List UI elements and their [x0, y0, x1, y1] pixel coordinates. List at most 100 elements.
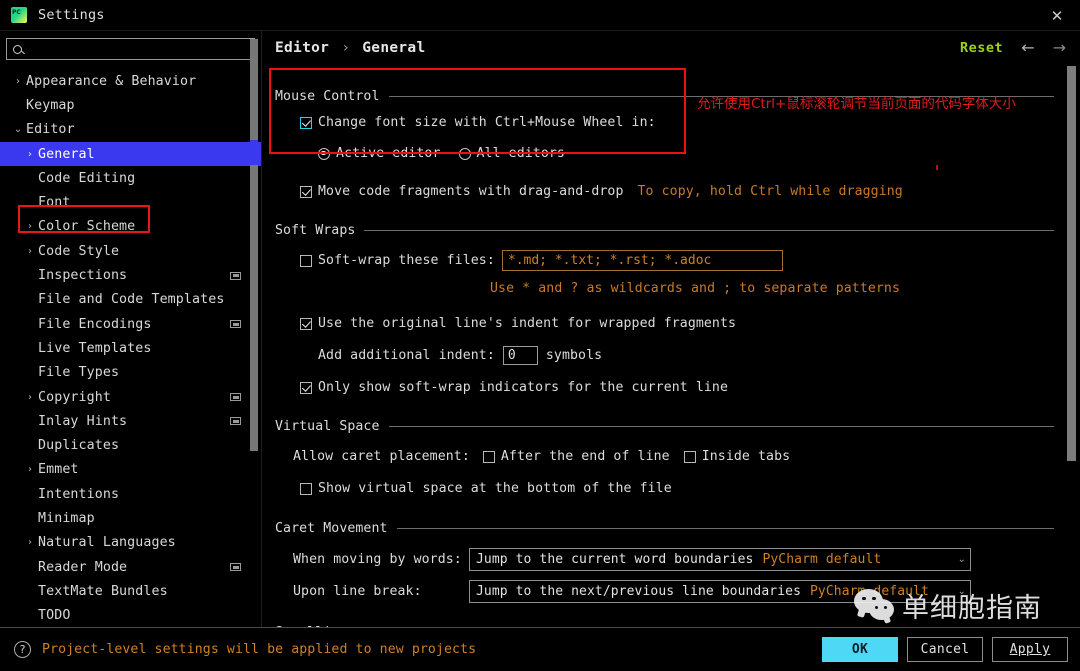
additional-indent-input[interactable]	[503, 346, 538, 365]
chevron-right-icon[interactable]: ›	[22, 392, 38, 403]
drag-drop-label: Move code fragments with drag-and-drop	[318, 184, 624, 199]
sidebar-item-duplicates[interactable]: Duplicates	[0, 433, 261, 457]
sidebar-item-appearance-behavior[interactable]: ›Appearance & Behavior	[0, 69, 261, 93]
when-moving-default-tag: PyCharm default	[753, 552, 881, 567]
sidebar-item-copyright[interactable]: ›Copyright	[0, 385, 261, 409]
inside-tabs-checkbox[interactable]	[684, 451, 696, 463]
sidebar-scrollbar[interactable]	[250, 39, 258, 451]
show-virtual-space-checkbox[interactable]	[300, 483, 312, 495]
sidebar-item-label: Appearance & Behavior	[26, 74, 196, 89]
chevron-down-icon[interactable]: ⌄	[950, 554, 966, 565]
active-editor-label: Active editor	[336, 146, 441, 161]
breadcrumb: Editor › General	[275, 40, 426, 56]
row-only-current-line[interactable]: Only show soft-wrap indicators for the c…	[300, 377, 1054, 398]
back-arrow-icon[interactable]: ←	[1021, 38, 1034, 57]
sidebar-item-label: Keymap	[0, 98, 75, 113]
row-original-indent[interactable]: Use the original line's indent for wrapp…	[300, 313, 1054, 334]
sidebar-item-color-scheme[interactable]: ›Color Scheme	[0, 215, 261, 239]
active-editor-radio[interactable]	[318, 148, 330, 160]
content-scrollbar[interactable]	[1067, 66, 1076, 461]
soft-wrap-files-input[interactable]	[502, 250, 783, 271]
forward-arrow-icon[interactable]: →	[1053, 38, 1066, 57]
window-title: Settings	[38, 7, 105, 23]
chevron-down-icon[interactable]: ⌄	[10, 124, 26, 135]
group-virtual-space: Virtual Space	[275, 419, 1054, 434]
dialog-footer: ? Project-level settings will be applied…	[0, 627, 1080, 671]
search-box[interactable]	[6, 38, 255, 60]
sidebar-item-code-editing[interactable]: Code Editing	[0, 166, 261, 190]
group-title: Caret Movement	[275, 521, 397, 536]
module-badge-icon	[230, 320, 241, 328]
sidebar-item-general[interactable]: ›General	[0, 142, 261, 166]
sidebar-item-live-templates[interactable]: Live Templates	[0, 336, 261, 360]
settings-sidebar: ›Appearance & BehaviorKeymap⌄Editor›Gene…	[0, 31, 262, 627]
group-divider	[364, 230, 1054, 231]
change-font-size-label: Change font size with Ctrl+Mouse Wheel i…	[318, 115, 656, 130]
chevron-right-icon[interactable]: ›	[10, 76, 26, 87]
show-virtual-space-label: Show virtual space at the bottom of the …	[318, 481, 672, 496]
sidebar-item-file-encodings[interactable]: File Encodings	[0, 312, 261, 336]
apply-button[interactable]: Apply	[992, 637, 1068, 662]
sidebar-item-intentions[interactable]: Intentions	[0, 482, 261, 506]
row-change-font-size[interactable]: Change font size with Ctrl+Mouse Wheel i…	[300, 112, 1054, 133]
sidebar-item-editor[interactable]: ⌄Editor	[0, 118, 261, 142]
upon-line-break-value: Jump to the next/previous line boundarie…	[476, 584, 801, 599]
search-icon	[13, 45, 22, 54]
chevron-right-icon[interactable]: ›	[22, 221, 38, 232]
sidebar-item-code-style[interactable]: ›Code Style	[0, 239, 261, 263]
chevron-right-icon[interactable]: ›	[22, 537, 38, 548]
row-drag-and-drop[interactable]: Move code fragments with drag-and-drop T…	[300, 181, 1054, 202]
chevron-right-icon[interactable]: ›	[22, 464, 38, 475]
chevron-right-icon[interactable]: ›	[22, 246, 38, 257]
search-input[interactable]	[24, 41, 248, 57]
only-current-line-label: Only show soft-wrap indicators for the c…	[318, 380, 728, 395]
chevron-right-icon[interactable]: ›	[22, 149, 38, 160]
sidebar-item-reader-mode[interactable]: Reader Mode	[0, 555, 261, 579]
close-icon[interactable]: ✕	[1034, 0, 1080, 31]
row-when-moving-by-words[interactable]: When moving by words: Jump to the curren…	[293, 548, 1054, 571]
original-indent-label: Use the original line's indent for wrapp…	[318, 316, 736, 331]
sidebar-item-textmate-bundles[interactable]: TextMate Bundles	[0, 579, 261, 603]
sidebar-item-font[interactable]: Font	[0, 190, 261, 214]
sidebar-item-todo[interactable]: TODO	[0, 604, 261, 627]
breadcrumb-root[interactable]: Editor	[275, 40, 329, 56]
cancel-button[interactable]: Cancel	[907, 637, 983, 662]
row-soft-wrap-files[interactable]: Soft-wrap these files:	[300, 250, 1054, 271]
reset-button[interactable]: Reset	[960, 40, 1003, 56]
row-allow-caret[interactable]: Allow caret placement: After the end of …	[293, 446, 1054, 467]
sidebar-item-label: Inspections	[0, 268, 127, 283]
sidebar-item-inspections[interactable]: Inspections	[0, 263, 261, 287]
row-upon-line-break[interactable]: Upon line break: Jump to the next/previo…	[293, 580, 1054, 603]
upon-line-break-dropdown[interactable]: Jump to the next/previous line boundarie…	[469, 580, 971, 603]
sidebar-item-file-and-code-templates[interactable]: File and Code Templates	[0, 288, 261, 312]
sidebar-item-keymap[interactable]: Keymap	[0, 93, 261, 117]
row-show-virtual-space[interactable]: Show virtual space at the bottom of the …	[300, 478, 1054, 499]
when-moving-value: Jump to the current word boundaries	[476, 552, 753, 567]
original-indent-checkbox[interactable]	[300, 318, 312, 330]
footer-message: Project-level settings will be applied t…	[42, 642, 476, 657]
sidebar-item-label: Natural Languages	[38, 535, 176, 550]
soft-wrap-files-checkbox[interactable]	[300, 255, 312, 267]
sidebar-item-minimap[interactable]: Minimap	[0, 506, 261, 530]
after-end-of-line-checkbox[interactable]	[483, 451, 495, 463]
row-additional-indent[interactable]: Add additional indent: symbols	[318, 345, 1054, 366]
change-font-size-checkbox[interactable]	[300, 117, 312, 129]
sidebar-item-file-types[interactable]: File Types	[0, 361, 261, 385]
after-end-of-line-label: After the end of line	[501, 449, 670, 464]
ok-button[interactable]: OK	[822, 637, 898, 662]
sidebar-item-label: Code Editing	[0, 171, 135, 186]
sidebar-item-label: Intentions	[0, 487, 119, 502]
soft-wrap-files-label: Soft-wrap these files:	[318, 253, 495, 268]
drag-drop-checkbox[interactable]	[300, 186, 312, 198]
help-icon[interactable]: ?	[14, 641, 31, 658]
when-moving-dropdown[interactable]: Jump to the current word boundaries PyCh…	[469, 548, 971, 571]
chevron-down-icon[interactable]: ⌄	[950, 586, 966, 597]
sidebar-item-inlay-hints[interactable]: Inlay Hints	[0, 409, 261, 433]
only-current-line-checkbox[interactable]	[300, 382, 312, 394]
row-font-size-scope[interactable]: Active editor All editors	[318, 143, 1054, 164]
group-divider	[389, 426, 1054, 427]
sidebar-item-natural-languages[interactable]: ›Natural Languages	[0, 531, 261, 555]
settings-tree[interactable]: ›Appearance & BehaviorKeymap⌄Editor›Gene…	[0, 66, 261, 627]
all-editors-radio[interactable]	[459, 148, 471, 160]
sidebar-item-emmet[interactable]: ›Emmet	[0, 458, 261, 482]
